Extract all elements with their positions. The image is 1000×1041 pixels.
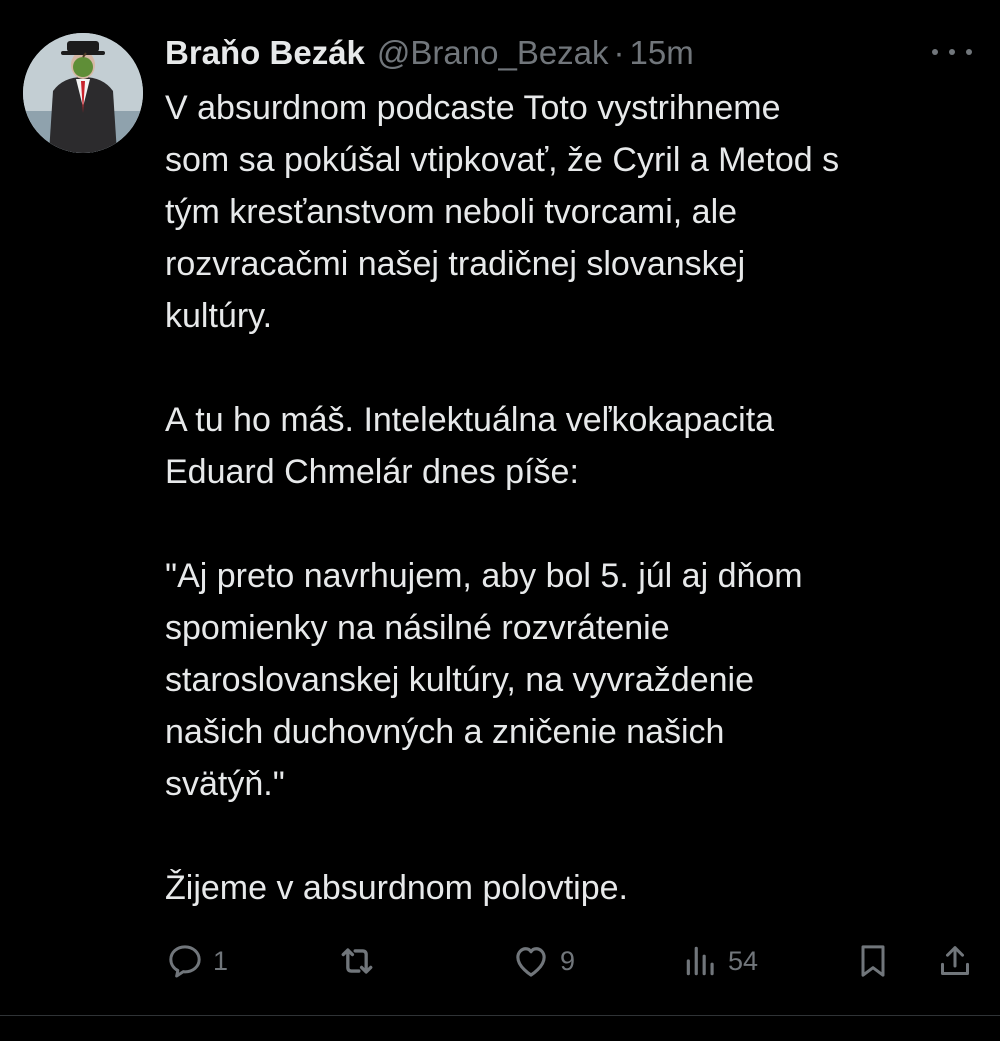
text-line: Žijeme v absurdnom polovtipe. xyxy=(165,869,629,907)
reply-count: 1 xyxy=(213,945,229,976)
tweet-paragraph: "Aj preto navrhujem, aby bol 5. júl aj d… xyxy=(165,550,975,810)
avatar[interactable] xyxy=(23,33,143,153)
share-icon xyxy=(941,946,969,975)
author-name[interactable]: Braňo Bezák xyxy=(165,34,365,72)
more-icon[interactable] xyxy=(932,38,972,66)
retweet-button[interactable] xyxy=(335,936,379,986)
text-line: Eduard Chmelár dnes píše: xyxy=(165,453,579,491)
views-count: 54 xyxy=(728,945,759,976)
text-line: našich duchovných a zničenie našich xyxy=(165,713,725,751)
text-line: "Aj preto navrhujem, aby bol 5. júl aj d… xyxy=(165,557,803,595)
more-dot xyxy=(966,49,972,55)
text-line: som sa pokúšal vtipkovať, že Cyril a Met… xyxy=(165,141,840,179)
views-icon xyxy=(686,946,714,976)
tweet-header: Braňo Bezák @Brano_Bezak · 15m xyxy=(165,30,970,76)
more-dot xyxy=(949,49,955,55)
views-button[interactable]: 54 xyxy=(682,936,758,986)
author-handle[interactable]: @Brano_Bezak xyxy=(377,34,609,72)
retweet-icon xyxy=(341,948,373,974)
avatar-image xyxy=(23,33,143,153)
text-line: kultúry. xyxy=(165,297,273,335)
text-line: rozvracačmi našej tradičnej slovanskej xyxy=(165,245,746,283)
text-line: spomienky na násilné rozvrátenie xyxy=(165,609,670,647)
divider xyxy=(0,1015,1000,1016)
like-count: 9 xyxy=(560,945,576,976)
tweet-paragraph: A tu ho máš. Intelektuálna veľkokapacita… xyxy=(165,394,975,498)
text-line: A tu ho máš. Intelektuálna veľkokapacita xyxy=(165,401,775,439)
separator: · xyxy=(613,34,625,71)
action-bar: 1 9 54 xyxy=(165,936,975,986)
more-dot xyxy=(932,49,938,55)
reply-icon xyxy=(169,945,201,978)
timestamp[interactable]: 15m xyxy=(630,34,694,72)
tweet-text: V absurdnom podcaste Toto vystrihneme so… xyxy=(165,82,975,914)
bookmark-icon xyxy=(861,945,885,977)
text-line: tým kresťanstvom neboli tvorcami, ale xyxy=(165,193,738,231)
share-button[interactable] xyxy=(935,936,975,986)
like-button[interactable]: 9 xyxy=(510,936,575,986)
heart-icon xyxy=(516,947,546,977)
text-line: staroslovanskej kultúry, na vyvraždenie xyxy=(165,661,754,699)
tweet-paragraph: V absurdnom podcaste Toto vystrihneme so… xyxy=(165,82,975,342)
tweet-paragraph: Žijeme v absurdnom polovtipe. xyxy=(165,862,975,914)
text-line: V absurdnom podcaste Toto vystrihneme xyxy=(165,89,781,127)
bookmark-button[interactable] xyxy=(853,936,893,986)
text-line: svätýň." xyxy=(165,765,285,803)
reply-button[interactable]: 1 xyxy=(165,936,228,986)
